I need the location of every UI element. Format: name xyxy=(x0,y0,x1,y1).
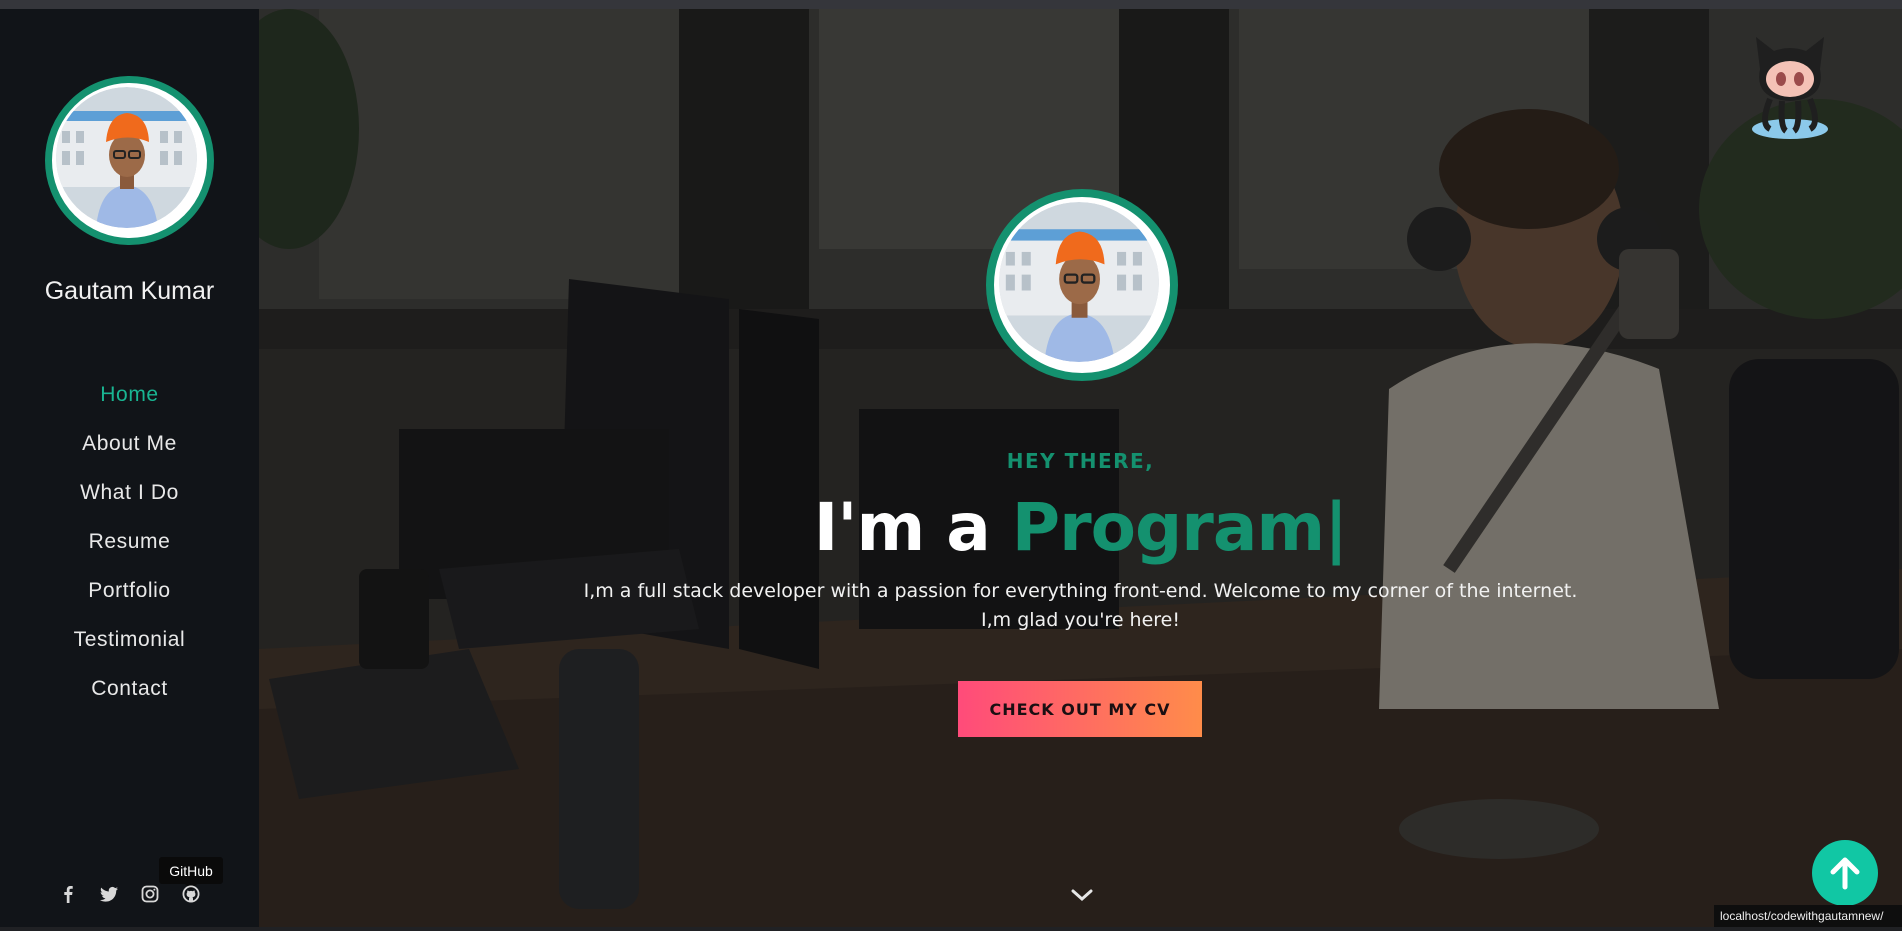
hero-section: HEY THERE, I'm a Program| I,m a full sta… xyxy=(259,9,1902,927)
nav-item-testimonial[interactable]: Testimonial xyxy=(0,628,259,677)
hero-headline: I'm a Program| xyxy=(259,489,1902,566)
chevron-down-icon[interactable] xyxy=(1070,887,1094,903)
sidebar-avatar xyxy=(45,76,214,245)
hero-greeting: HEY THERE, xyxy=(1006,449,1155,473)
nav-item-portfolio[interactable]: Portfolio xyxy=(0,579,259,628)
twitter-icon[interactable] xyxy=(99,884,119,904)
hero-intro: I,m a full stack developer with a passio… xyxy=(519,577,1642,635)
instagram-icon[interactable] xyxy=(140,884,160,904)
check-out-cv-button[interactable]: CHECK OUT MY CV xyxy=(958,681,1202,737)
hero-avatar xyxy=(986,189,1178,381)
nav-item-about-me[interactable]: About Me xyxy=(0,432,259,481)
browser-status-url: localhost/codewithgautamnew/ xyxy=(1714,905,1902,927)
sidebar: Gautam Kumar Home About Me What I Do Res… xyxy=(0,9,259,927)
arrow-up-icon xyxy=(1830,857,1860,890)
facebook-icon[interactable] xyxy=(58,884,78,904)
social-links xyxy=(58,884,201,904)
sidebar-name: Gautam Kumar xyxy=(44,277,215,305)
github-tooltip: GitHub xyxy=(159,857,223,890)
browser-bottom-bar xyxy=(0,927,1902,931)
nav-item-contact[interactable]: Contact xyxy=(0,677,259,726)
github-icon[interactable] xyxy=(181,884,201,904)
nav-item-resume[interactable]: Resume xyxy=(0,530,259,579)
intro-line-1: I,m a full stack developer with a passio… xyxy=(583,580,1578,602)
headline-prefix: I'm a xyxy=(813,489,1012,566)
nav-item-what-i-do[interactable]: What I Do xyxy=(0,481,259,530)
github-octocat-icon[interactable] xyxy=(1740,29,1840,144)
back-to-top-button[interactable] xyxy=(1812,840,1878,906)
sidebar-nav: Home About Me What I Do Resume Portfolio… xyxy=(0,383,259,726)
intro-line-2: I,m glad you're here! xyxy=(981,609,1180,631)
browser-top-bar xyxy=(0,0,1902,9)
headline-typed-text: Program| xyxy=(1011,489,1348,566)
nav-item-home[interactable]: Home xyxy=(0,383,259,432)
